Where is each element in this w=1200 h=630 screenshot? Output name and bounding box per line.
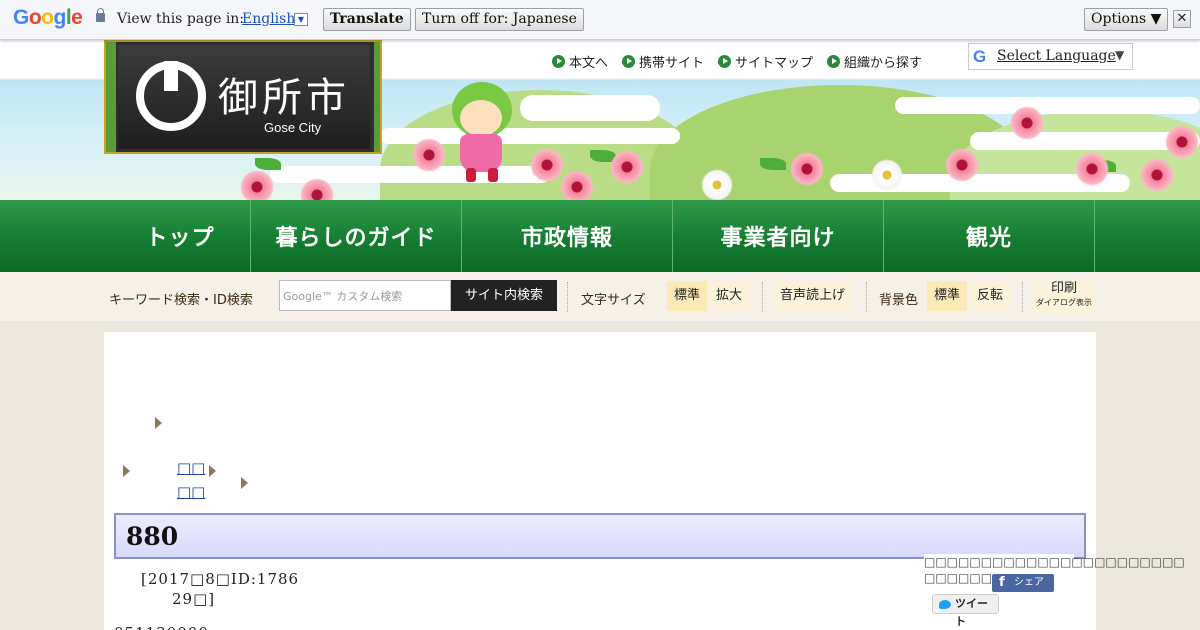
select-language-widget[interactable]: G Select Language ▼ [968, 43, 1133, 70]
flower-decoration [1165, 125, 1199, 159]
arrow-circle-icon [552, 55, 565, 68]
logo-panel: 御所市 Gose City [118, 45, 370, 149]
arrow-circle-icon [827, 55, 841, 68]
util-link-organization[interactable]: 組織から探す [827, 52, 922, 71]
util-link-mobile-site[interactable]: 携帯サイト [622, 52, 704, 71]
font-size-standard-button[interactable]: 標準 [667, 281, 708, 311]
triangle-bullet-icon [155, 417, 162, 429]
share-text: □□□□□□□□□□□□□□□□□□□□□□□ [924, 555, 1185, 569]
triangle-bullet-icon [241, 477, 248, 489]
site-header: 御所市 Gose City 本文へ 携帯サイト サイトマップ 組織から探す G … [0, 40, 1200, 200]
nav-item-city-info[interactable]: 市政情報 [462, 200, 673, 272]
select-language-link[interactable]: Select Language [997, 48, 1116, 64]
flower-decoration [610, 150, 644, 184]
divider [567, 282, 568, 312]
share-widget: □□□□□□□□□□□□□□□□□□□□□□□ □□□□□□□ シェア ツイート [924, 554, 1185, 628]
background-standard-button[interactable]: 標準 [927, 281, 968, 311]
language-link[interactable]: English [242, 11, 295, 27]
global-nav: トップ 暮らしのガイド 市政情報 事業者向け 観光 [0, 200, 1200, 272]
font-size-label: 文字サイズ [581, 293, 646, 308]
close-icon[interactable]: ✕ [1173, 10, 1191, 28]
page-title: 880 [126, 522, 179, 551]
main-content: □□ □□ 880 [2017□8□ID:1786 29□] 051130000… [104, 332, 1185, 630]
utility-links: 本文へ 携帯サイト サイトマップ 組織から探す [552, 52, 922, 71]
google-translate-bar: Google View this page in: English ▼ Tran… [0, 0, 1200, 40]
flower-decoration [412, 138, 446, 172]
language-dropdown-icon[interactable]: ▼ [294, 13, 308, 26]
options-button[interactable]: Options ▼ [1084, 8, 1169, 31]
translate-button[interactable]: Translate [323, 8, 411, 31]
print-button[interactable]: 印刷 ダイアログ表示 [1033, 281, 1095, 313]
cloud-decoration [520, 95, 660, 121]
arrow-circle-icon [622, 55, 636, 68]
util-link-main-content[interactable]: 本文へ [552, 52, 608, 71]
body-text: 051130000 [114, 624, 209, 630]
flower-decoration [240, 170, 274, 200]
flower-decoration [700, 168, 734, 200]
site-search-button[interactable]: サイト内検索 [451, 280, 557, 311]
update-date: [2017□8□ID:1786 [141, 570, 300, 588]
breadcrumb-link[interactable]: □□ [177, 459, 205, 477]
tweet-button[interactable]: ツイート [932, 594, 999, 628]
flower-decoration [945, 148, 979, 182]
flower-decoration [790, 152, 824, 186]
triangle-bullet-icon [209, 465, 216, 477]
logo-title: 御所市 [218, 75, 350, 121]
flower-decoration [870, 158, 904, 192]
update-date-continued: 29□] [172, 590, 216, 608]
google-logo: Google [13, 6, 83, 29]
facebook-share-button[interactable]: シェア [992, 574, 1054, 592]
flower-decoration [1010, 106, 1044, 140]
mascot-character [446, 82, 518, 182]
search-input[interactable]: Google™ カスタム検索 [279, 280, 451, 311]
breadcrumb-link[interactable]: □□ [177, 483, 205, 501]
read-aloud-button[interactable]: 音声読上げ [773, 281, 853, 311]
flower-decoration [1075, 152, 1109, 186]
turn-off-button[interactable]: Turn off for: Japanese [415, 8, 584, 31]
leaf-decoration [760, 158, 786, 170]
tools-bar: キーワード検索・ID検索 Google™ カスタム検索 サイト内検索 文字サイズ… [0, 272, 1200, 321]
city-emblem-icon [136, 61, 206, 131]
background-invert-button[interactable]: 反転 [970, 281, 1011, 311]
background-color-label: 背景色 [879, 293, 919, 308]
page-title-box: 880 [114, 513, 1086, 559]
view-page-label: View this page in: [117, 11, 245, 27]
nav-item-living-guide[interactable]: 暮らしのガイド [251, 200, 462, 272]
nav-item-tourism[interactable]: 観光 [884, 200, 1095, 272]
flower-decoration [560, 170, 594, 200]
lock-icon [96, 8, 105, 22]
leaf-decoration [255, 158, 281, 170]
cloud-decoration [895, 97, 1200, 114]
site-logo[interactable]: 御所市 Gose City [104, 40, 382, 154]
divider [1022, 282, 1023, 312]
nav-item-business[interactable]: 事業者向け [673, 200, 884, 272]
divider [866, 282, 867, 312]
font-size-large-button[interactable]: 拡大 [709, 281, 750, 311]
chevron-down-icon[interactable]: ▼ [1115, 48, 1124, 62]
nav-item-top[interactable]: トップ [110, 200, 251, 272]
flower-decoration [1140, 158, 1174, 192]
keyword-search-label: キーワード検索・ID検索 [109, 293, 253, 308]
google-g-icon: G [973, 47, 987, 66]
triangle-bullet-icon [123, 465, 130, 477]
divider [762, 282, 763, 312]
util-link-sitemap[interactable]: サイトマップ [718, 52, 813, 71]
flower-decoration [530, 148, 564, 182]
arrow-circle-icon [718, 55, 732, 68]
logo-subtitle: Gose City [264, 120, 322, 135]
